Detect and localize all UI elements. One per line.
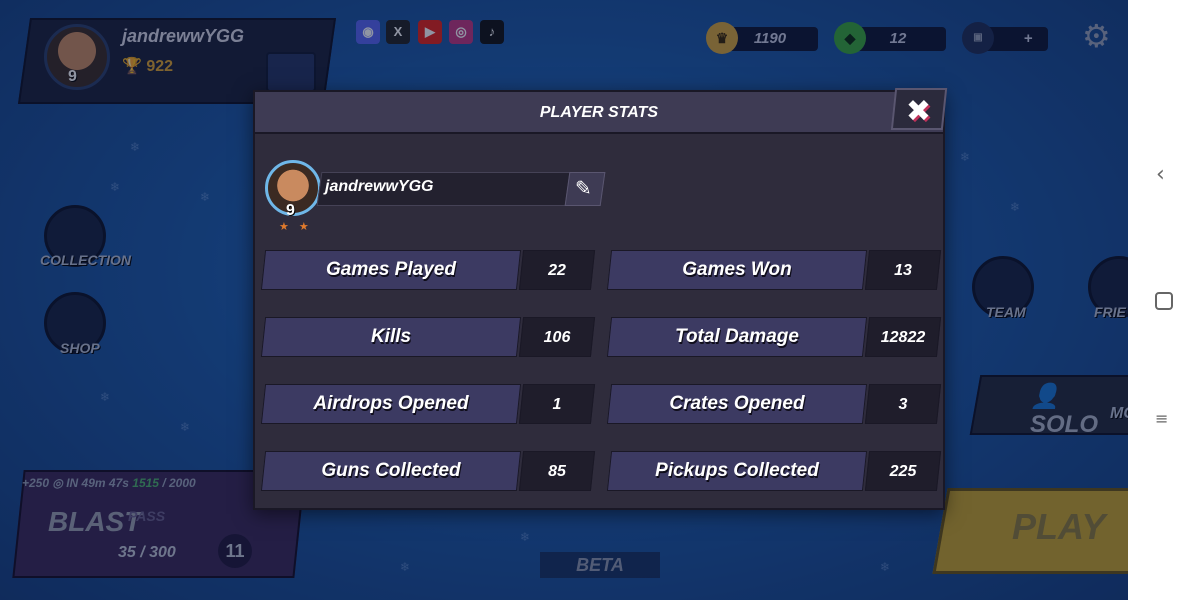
stat-label: Guns Collected bbox=[321, 460, 461, 481]
stat-row: Kills 106 bbox=[260, 317, 596, 357]
stat-label: Kills bbox=[370, 326, 412, 347]
stat-label: Games Played bbox=[326, 259, 456, 280]
pencil-icon[interactable]: ✎ bbox=[575, 176, 592, 200]
username-text: jandrewwYGG bbox=[325, 178, 434, 195]
stat-value: 1 bbox=[552, 396, 562, 413]
player-level: 9 bbox=[286, 202, 295, 219]
stat-value: 106 bbox=[543, 329, 571, 346]
stat-label: Pickups Collected bbox=[655, 460, 819, 481]
player-stats-modal: PLAYER STATS ✖ 9 ★★ jandrewwYGG ✎ Games … bbox=[253, 88, 948, 510]
stat-value: 22 bbox=[548, 262, 566, 279]
stat-value: 13 bbox=[894, 262, 912, 279]
stat-value: 12822 bbox=[880, 329, 926, 346]
rank-stars-icon: ★★ bbox=[279, 220, 319, 233]
stat-value: 3 bbox=[898, 396, 908, 413]
game-screen: ❄ ❄ ❄ ❄ ❄ ❄ ❄ ❄ ❄ ❄ 9 jandrewwYGG 🏆 922 … bbox=[0, 0, 1128, 600]
stat-row: Guns Collected 85 bbox=[260, 451, 596, 491]
stat-row: Games Won 13 bbox=[606, 250, 942, 290]
stat-row: Crates Opened 3 bbox=[606, 384, 942, 424]
stat-value: 85 bbox=[548, 463, 566, 480]
close-icon[interactable]: ✖ bbox=[906, 94, 931, 130]
stat-label: Crates Opened bbox=[669, 393, 805, 414]
stat-row: Total Damage 12822 bbox=[606, 317, 942, 357]
recents-icon[interactable]: ≡ bbox=[1155, 411, 1173, 432]
stat-row: Games Played 22 bbox=[260, 250, 596, 290]
stat-value: 225 bbox=[889, 463, 917, 480]
home-icon[interactable] bbox=[1155, 292, 1173, 310]
stat-label: Total Damage bbox=[675, 326, 799, 347]
stat-row: Airdrops Opened 1 bbox=[260, 384, 596, 424]
stat-label: Games Won bbox=[682, 259, 792, 280]
modal-title: PLAYER STATS bbox=[539, 104, 659, 121]
back-icon[interactable]: ‹ bbox=[1156, 164, 1170, 186]
stat-label: Airdrops Opened bbox=[313, 393, 469, 414]
stat-row: Pickups Collected 225 bbox=[606, 451, 942, 491]
